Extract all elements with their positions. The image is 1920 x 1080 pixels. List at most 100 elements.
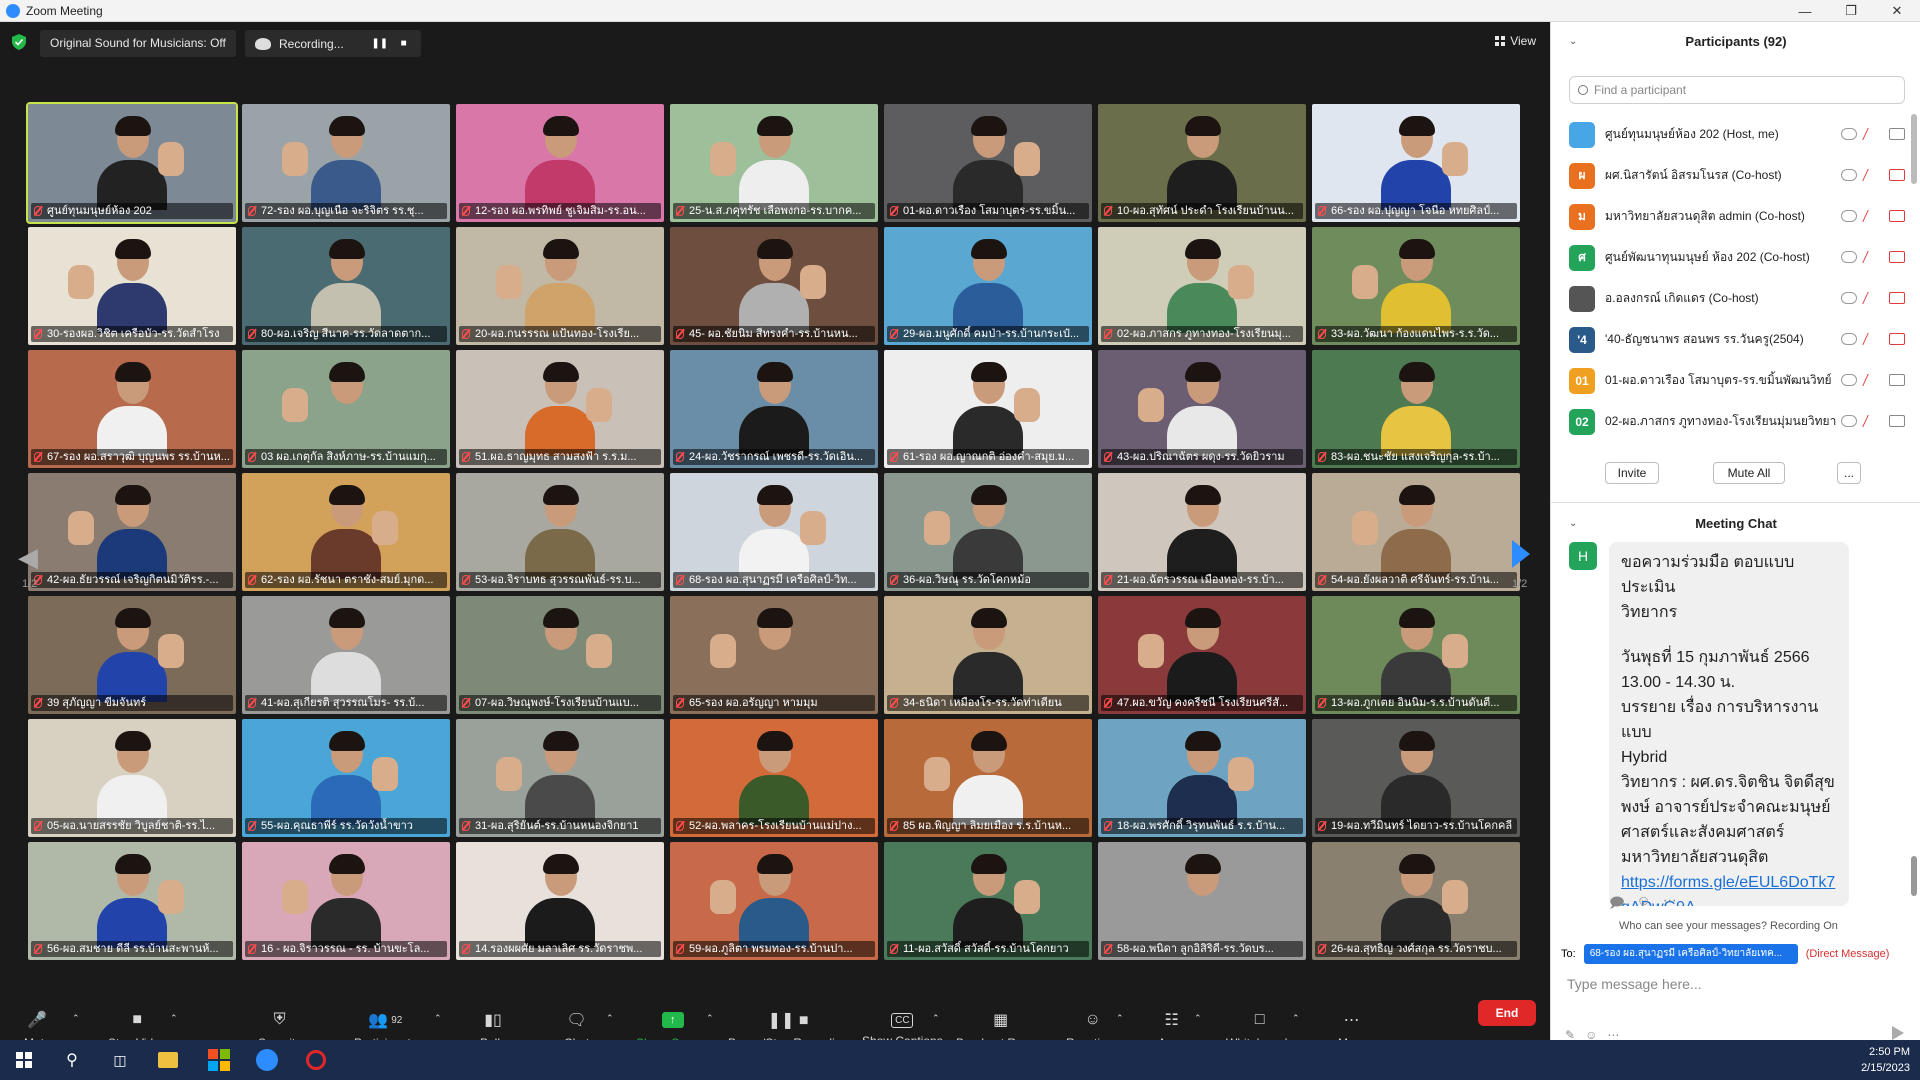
emoji-react-icon[interactable]: ☺ — [1637, 892, 1651, 916]
video-tile[interactable]: 85 ผอ.พิญญา ลิมยเมือง ร.ร.บ้านห... — [884, 719, 1092, 837]
video-tile[interactable]: 68-รอง ผอ.สุนาฏรมี เครือศิลป์-วิท... — [670, 473, 878, 591]
mic-muted-icon[interactable] — [1862, 333, 1884, 345]
video-tile[interactable]: 42-ผอ.ธัยวรรณ์ เจริญกิตนมิวัติรร.-... — [28, 473, 236, 591]
participant-search-input[interactable]: Find a participant — [1569, 76, 1905, 104]
video-tile[interactable]: 83-ผอ.ชนะชัย แสงเจริญกุล-รร.บ้า... — [1312, 350, 1520, 468]
video-tile[interactable]: 02-ผอ.ภาสกร ภูทางทอง-โรงเรียนมุ... — [1098, 227, 1306, 345]
recording-app-icon[interactable] — [306, 1050, 326, 1070]
chat-scrollbar[interactable] — [1911, 856, 1917, 896]
stop-icon[interactable]: ■ — [396, 36, 412, 52]
send-message-icon[interactable] — [1892, 1026, 1906, 1040]
close-icon[interactable]: ✕ — [1874, 0, 1920, 22]
zoom-taskbar-icon[interactable] — [256, 1049, 278, 1071]
minimize-icon[interactable]: — — [1782, 0, 1828, 22]
video-tile[interactable]: 54-ผอ.ยังผลวาติ ศรีจันทร์-รร.บ้าน... — [1312, 473, 1520, 591]
message-more-icon[interactable]: ⋯ — [1663, 892, 1677, 916]
prev-page-icon[interactable]: ◀ — [18, 542, 38, 573]
store-icon[interactable] — [208, 1049, 230, 1071]
video-tile[interactable]: 53-ผอ.จิราบทธ สุวรรณพันธ์-รร.บ... — [456, 473, 664, 591]
participants-more-button[interactable]: ... — [1837, 462, 1861, 484]
video-tile[interactable]: 01-ผอ.ดาวเรือง โสมาบุตร-รร.ขมิ้น... — [884, 104, 1092, 222]
mic-muted-icon[interactable] — [1862, 251, 1884, 263]
video-tile[interactable]: 67-รอง ผอ.สราวุฒิ บุญนพร รร.บ้านห... — [28, 350, 236, 468]
video-tile[interactable]: 41-ผอ.สุเกียรติ สุวรรณโมร- รร.บ้... — [242, 596, 450, 714]
video-tile[interactable]: 05-ผอ.นายสรรชัย วิบูลย์ชาติ-รร.ไ... — [28, 719, 236, 837]
video-tile[interactable]: 26-ผอ.สุทธิญ วงศ์สกุล รร.วัดราชบ... — [1312, 842, 1520, 960]
video-tile[interactable]: 56-ผอ.สมชาย ดีลี รร.บ้านสะพานห้... — [28, 842, 236, 960]
next-page-icon[interactable] — [1512, 540, 1530, 568]
participant-row[interactable]: ศ ศูนย์พัฒนาทุนมนุษย์ ห้อง 202 (Co-host) — [1569, 237, 1905, 278]
video-tile[interactable]: 16 - ผอ.จิราวรรณ - รร. บ้านขะโล... — [242, 842, 450, 960]
video-tile[interactable]: 52-ผอ.พลาคร-โรงเรียนบ้านแม่ปาง... — [670, 719, 878, 837]
video-tile[interactable]: 34-ธนิดา เหมืองโร-รร.วัดท่าเดียน — [884, 596, 1092, 714]
video-tile[interactable]: 21-ผอ.ฉัตรวรรณ เมืองทอง-รร.บ้า... — [1098, 473, 1306, 591]
view-button[interactable]: View — [1495, 34, 1536, 48]
video-tile[interactable]: 65-รอง ผอ.อรัญญา หามมุม — [670, 596, 878, 714]
mic-muted-icon[interactable] — [1862, 169, 1884, 181]
recipient-select[interactable]: 68-รอง ผอ.สุนาฏรมี เครือศิลป์-วิทยาลัยเท… — [1583, 944, 1798, 964]
video-tile[interactable]: 51.ผอ.ธาญมุทธ สามสงฟ้า ร.ร.ม... — [456, 350, 664, 468]
participant-row[interactable]: '4 '40-ธัญชนาพร สอนพร รร.วันครู(2504) — [1569, 319, 1905, 360]
original-sound-toggle[interactable]: Original Sound for Musicians: Off — [40, 30, 236, 57]
video-tile[interactable]: 33-ผอ.วัฒนา ก้องแดนไพร-ร.ร.วัด... — [1312, 227, 1520, 345]
video-tile[interactable]: 13-ผอ.ภูกเตย อินนิม-ร.ร.บ้านดันตี... — [1312, 596, 1520, 714]
video-tile[interactable]: 19-ผอ.ทวีมินทร์ ไดยาว-รร.บ้านโคกคลี — [1312, 719, 1520, 837]
participant-row[interactable]: อ.อลงกรณ์ เกิดแดร (Co-host) — [1569, 278, 1905, 319]
video-tile[interactable]: 11-ผอ.สวัสดิ์ สวัสดิ์-รร.บ้านโคกยาว — [884, 842, 1092, 960]
zoom-logo-icon — [6, 3, 20, 18]
video-tile[interactable]: 03 ผอ.เกตุกัล สิงห์ภาษ-รร.บ้านแมกุ... — [242, 350, 450, 468]
mic-muted-icon[interactable] — [1862, 128, 1884, 140]
video-tile[interactable]: 36-ผอ.วิษณุ รร.วัดโคกหม้อ — [884, 473, 1092, 591]
video-tile[interactable]: 80-ผอ.เจริญ สีนาค-รร.วัดลาดตาก... — [242, 227, 450, 345]
video-tile[interactable]: 62-รอง ผอ.รัชนา ตราชัง-สมย์.มุกด... — [242, 473, 450, 591]
mute-all-button[interactable]: Mute All — [1713, 462, 1785, 484]
windows-start-icon[interactable] — [12, 1048, 36, 1072]
mic-muted-icon[interactable] — [1862, 210, 1884, 222]
video-tile[interactable]: 07-ผอ.วิษณุพงษ์-โรงเรียนบ้านแบ... — [456, 596, 664, 714]
video-tile[interactable]: 55-ผอ.คุณธาพีร์ รร.วัดวังน้ำขาว — [242, 719, 450, 837]
tile-name-label: 66-รอง ผอ.ปุญญา โจนีอ หทยศิลป์... — [1315, 203, 1517, 219]
video-tile[interactable]: 18-ผอ.พรศักดิ์ วิรุทนพันธ์ ร.ร.บ้าน... — [1098, 719, 1306, 837]
video-tile[interactable]: 47.ผอ.ขวัญ คงครีชนี โรงเรียนศรีสั... — [1098, 596, 1306, 714]
video-tile[interactable]: 45- ผอ.ชัยนิม สีทรงคำ-รร.บ้านหน... — [670, 227, 878, 345]
file-explorer-icon[interactable] — [158, 1052, 178, 1068]
end-meeting-button[interactable]: End — [1478, 1000, 1536, 1026]
invite-button[interactable]: Invite — [1605, 462, 1659, 484]
video-tile[interactable]: 20-ผอ.กนรรรณ แป้นทอง-โรงเรีย... — [456, 227, 664, 345]
video-tile[interactable]: 59-ผอ.ภูลิตา พรมทอง-รร.บ้านปา... — [670, 842, 878, 960]
pause-icon[interactable]: ❚❚ — [371, 36, 388, 52]
video-tile[interactable]: 43-ผอ.ปริณาฉัตร ผดุง-รร.วัดยิวราม — [1098, 350, 1306, 468]
video-tile[interactable]: 39 สุภัญญา ขีมจันทร์ — [28, 596, 236, 714]
participant-row[interactable]: ม มหาวิทยาลัยสวนดุสิต admin (Co-host) — [1569, 196, 1905, 237]
video-tile[interactable]: 29-ผอ.มนูศักดิ์ คมป่า-รร.บ้านกระเป๋... — [884, 227, 1092, 345]
participants-scrollbar[interactable] — [1911, 114, 1917, 184]
video-tile[interactable]: 14.รองผผศัย มลาเลิศ รร.วัดราชพ... — [456, 842, 664, 960]
restore-icon[interactable]: ❐ — [1828, 0, 1874, 22]
video-tile[interactable]: ศูนย์ทุนมนุษย์ห้อง 202 — [26, 102, 238, 224]
video-tile[interactable]: 31-ผอ.สุริยันต์-รร.บ้านหนองจิกยา1 — [456, 719, 664, 837]
shield-icon[interactable] — [12, 34, 26, 50]
video-tile[interactable]: 58-ผอ.พนิดา ลูกอิสิริดี-รร.วัดบร... — [1098, 842, 1306, 960]
who-can-see-messages[interactable]: Who can see your messages? Recording On — [1619, 920, 1838, 932]
participant-row[interactable]: ศูนย์ทุนมนุษย์ห้อง 202 (Host, me) — [1569, 114, 1905, 155]
participant-row[interactable]: 01 01-ผอ.ดาวเรือง โสมาบุตร-รร.ขมิ้นพัฒนวิ… — [1569, 360, 1905, 401]
system-clock[interactable]: 2:50 PM 2/15/2023 — [1861, 1044, 1910, 1076]
video-tile[interactable]: 66-รอง ผอ.ปุญญา โจนีอ หทยศิลป์... — [1312, 104, 1520, 222]
video-tile[interactable]: 25-น.ส.ภคุทรัช เลือพงกอ-รร.บากค... — [670, 104, 878, 222]
mic-muted-icon[interactable] — [1862, 374, 1884, 386]
video-tile[interactable]: 61-รอง ผอ.ญาณกติ อ่องคำ-สมุย.ม... — [884, 350, 1092, 468]
chat-message-input[interactable]: Type message here... — [1567, 976, 1702, 992]
task-view-icon[interactable]: ◫ — [108, 1048, 132, 1072]
video-tile[interactable]: 72-รอง ผอ.บุญเนือ จะริจิตร รร.ชุ... — [242, 104, 450, 222]
video-tile[interactable]: 30-รองผอ.วิชิต เครือบัว-รร.วัดสำโรง — [28, 227, 236, 345]
video-tile[interactable]: 24-ผอ.วัชรากรณ์ เพชรดี-รร.วัดเอิน... — [670, 350, 878, 468]
reply-icon[interactable]: 🗩 — [1609, 892, 1625, 916]
video-tile[interactable]: 10-ผอ.สุทัศน์ ประดำ โรงเรียนบ้านน... — [1098, 104, 1306, 222]
hand-gesture — [496, 265, 522, 299]
video-tile[interactable]: 12-รอง ผอ.พรทิพย์ ชูเจิมสิม-รร.อน... — [456, 104, 664, 222]
mic-muted-icon[interactable] — [1862, 415, 1884, 427]
taskbar-search-icon[interactable]: ⚲ — [60, 1048, 84, 1072]
participant-row[interactable]: ผ ผศ.นิสารัตน์ อิสรมโนรส (Co-host) — [1569, 155, 1905, 196]
mic-muted-icon[interactable] — [1862, 292, 1884, 304]
participant-row[interactable]: 02 02-ผอ.ภาสกร ภูทางทอง-โรงเรียนมุ่มนยวิท… — [1569, 401, 1905, 442]
